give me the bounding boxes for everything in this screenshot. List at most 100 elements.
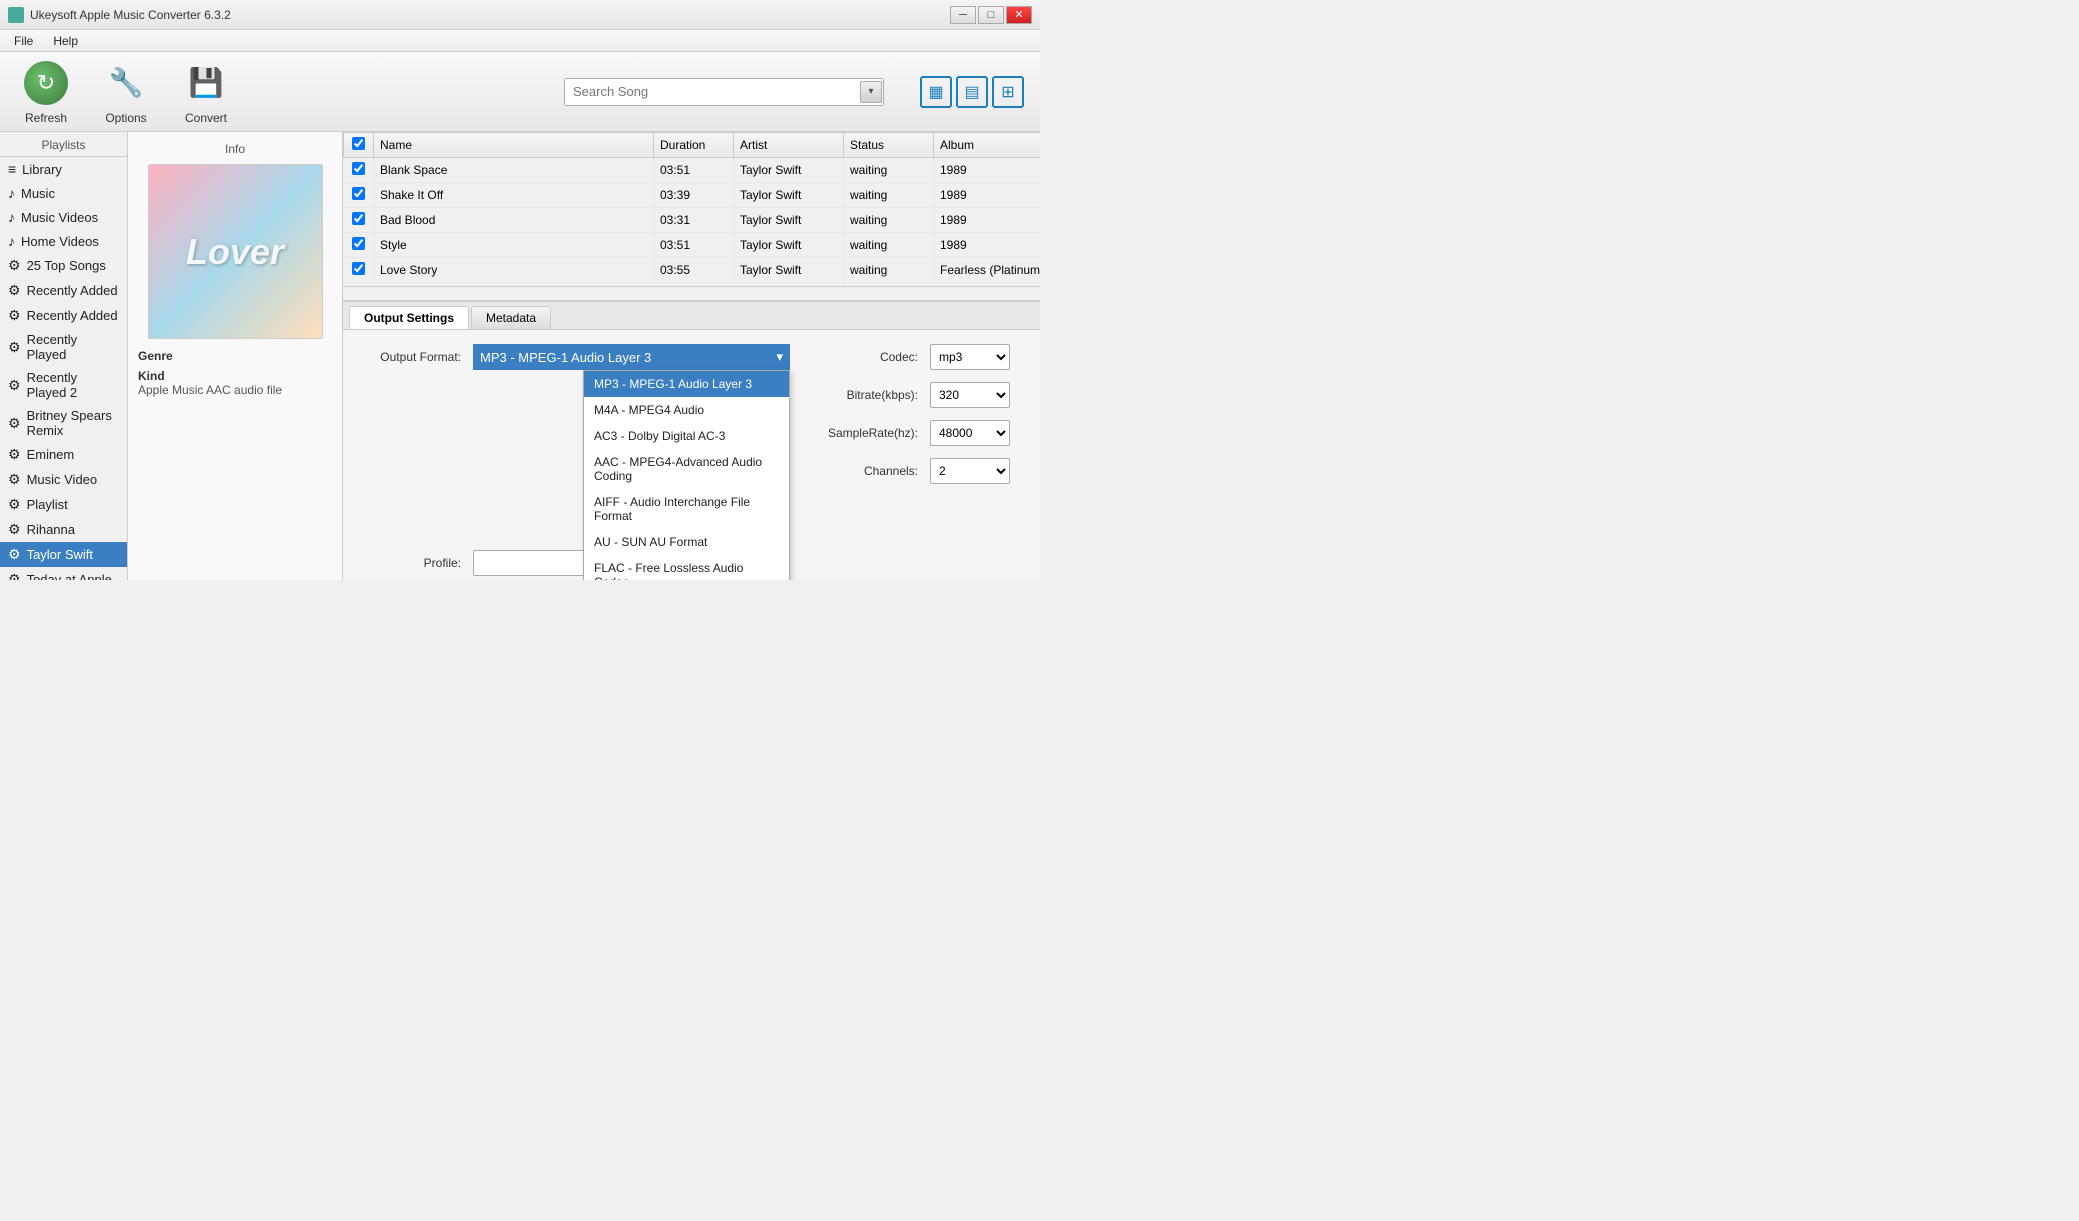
col-header-name[interactable]: Name	[374, 133, 654, 158]
format-option-mp3[interactable]: MP3 - MPEG-1 Audio Layer 3	[584, 371, 789, 397]
sidebar-item-britney[interactable]: ⚙ Britney Spears Remix	[0, 404, 127, 442]
sidebar-item-recently-played-1[interactable]: ⚙ Recently Played	[0, 328, 127, 366]
output-format-selected[interactable]: MP3 - MPEG-1 Audio Layer 3 ▾	[473, 344, 790, 370]
col-header-artist[interactable]: Artist	[734, 133, 844, 158]
row-checkbox[interactable]	[352, 237, 365, 250]
library-icon: ≡	[8, 161, 16, 177]
sidebar-item-music-videos[interactable]: ♪ Music Videos	[0, 205, 127, 229]
tab-metadata[interactable]: Metadata	[471, 306, 551, 329]
sidebar-item-label: Music	[21, 186, 55, 201]
table-row[interactable]: Shake It Off 03:39 Taylor Swift waiting …	[344, 183, 1041, 208]
restore-button[interactable]: □	[978, 6, 1004, 24]
kind-value: Apple Music AAC audio file	[138, 383, 282, 397]
sidebar-item-recently-added-1[interactable]: ⚙ Recently Added	[0, 278, 127, 303]
format-dropdown[interactable]: MP3 - MPEG-1 Audio Layer 3 M4A - MPEG4 A…	[583, 370, 790, 580]
taylor-swift-icon: ⚙	[8, 546, 21, 563]
view-list-button[interactable]: ▦	[920, 76, 952, 108]
sidebar-item-home-videos[interactable]: ♪ Home Videos	[0, 229, 127, 253]
sidebar-item-recently-added-2[interactable]: ⚙ Recently Added	[0, 303, 127, 328]
col-header-album[interactable]: Album	[934, 133, 1041, 158]
refresh-button[interactable]: ↻ Refresh	[16, 59, 76, 125]
row-checkbox[interactable]	[352, 187, 365, 200]
row-name: Shake It Off	[374, 183, 654, 208]
table-row[interactable]: Love Story 03:55 Taylor Swift waiting Fe…	[344, 258, 1041, 283]
search-input[interactable]	[564, 78, 884, 106]
row-checkbox[interactable]	[352, 212, 365, 225]
album-art-text: Lover	[186, 231, 284, 273]
row-checkbox[interactable]	[352, 162, 365, 175]
convert-icon: 💾	[182, 59, 230, 107]
row-duration: 03:31	[654, 208, 734, 233]
sidebar-item-top25[interactable]: ⚙ 25 Top Songs	[0, 253, 127, 278]
sidebar-item-label: Recently Added	[27, 308, 118, 323]
row-checkbox[interactable]	[352, 262, 365, 275]
format-option-m4a[interactable]: M4A - MPEG4 Audio	[584, 397, 789, 423]
view-compact-button[interactable]: ▤	[956, 76, 988, 108]
row-checkbox-cell[interactable]	[344, 258, 374, 283]
sidebar-item-label: Library	[22, 162, 62, 177]
sidebar-item-rihanna[interactable]: ⚙ Rihanna	[0, 517, 127, 542]
samplerate-select[interactable]: 48000	[930, 420, 1010, 446]
col-header-duration[interactable]: Duration	[654, 133, 734, 158]
format-option-ac3[interactable]: AC3 - Dolby Digital AC-3	[584, 423, 789, 449]
sidebar-item-eminem[interactable]: ⚙ Eminem	[0, 442, 127, 467]
music-videos-icon: ♪	[8, 209, 15, 225]
options-button[interactable]: 🔧 Options	[96, 59, 156, 125]
song-table-container[interactable]: Name Duration Artist Status Album Ty Bla…	[343, 132, 1040, 286]
format-option-au[interactable]: AU - SUN AU Format	[584, 529, 789, 555]
window-title: Ukeysoft Apple Music Converter 6.3.2	[30, 8, 231, 22]
sidebar: Playlists ≡ Library ♪ Music ♪ Music Vide…	[0, 132, 128, 580]
select-all-checkbox[interactable]	[352, 137, 365, 150]
selected-format-text: MP3 - MPEG-1 Audio Layer 3	[480, 350, 651, 365]
options-icon: 🔧	[102, 59, 150, 107]
minimize-button[interactable]: ─	[950, 6, 976, 24]
table-row[interactable]: Bad Blood 03:31 Taylor Swift waiting 198…	[344, 208, 1041, 233]
view-buttons: ▦ ▤ ⊞	[920, 76, 1024, 108]
sidebar-item-label: 25 Top Songs	[27, 258, 106, 273]
row-artist: Taylor Swift	[734, 208, 844, 233]
output-format-label: Output Format:	[363, 350, 473, 364]
format-option-aac[interactable]: AAC - MPEG4-Advanced Audio Coding	[584, 449, 789, 489]
sidebar-item-recently-played-2[interactable]: ⚙ Recently Played 2	[0, 366, 127, 404]
col-header-check[interactable]	[344, 133, 374, 158]
sidebar-item-today-at-apple[interactable]: ⚙ Today at Apple	[0, 567, 127, 580]
table-row[interactable]: Style 03:51 Taylor Swift waiting 1989 Ap…	[344, 233, 1041, 258]
col-header-status[interactable]: Status	[844, 133, 934, 158]
top25-icon: ⚙	[8, 257, 21, 274]
row-checkbox-cell[interactable]	[344, 233, 374, 258]
codec-select[interactable]: mp3	[930, 344, 1010, 370]
menu-help[interactable]: Help	[45, 32, 86, 50]
table-row[interactable]: Blank Space 03:51 Taylor Swift waiting 1…	[344, 158, 1041, 183]
music-video-icon: ⚙	[8, 471, 21, 488]
menu-file[interactable]: File	[6, 32, 41, 50]
row-checkbox-cell[interactable]	[344, 208, 374, 233]
bitrate-select[interactable]: 320	[930, 382, 1010, 408]
row-checkbox-cell[interactable]	[344, 158, 374, 183]
kind-label: Kind	[138, 369, 165, 383]
output-format-row: Output Format: MP3 - MPEG-1 Audio Layer …	[363, 344, 790, 370]
format-option-flac[interactable]: FLAC - Free Lossless Audio Codec	[584, 555, 789, 580]
sidebar-item-taylor-swift[interactable]: ⚙ Taylor Swift	[0, 542, 127, 567]
format-option-aiff[interactable]: AIFF - Audio Interchange File Format	[584, 489, 789, 529]
sidebar-item-music[interactable]: ♪ Music	[0, 181, 127, 205]
close-button[interactable]: ✕	[1006, 6, 1032, 24]
app-icon	[8, 7, 24, 23]
row-checkbox-cell[interactable]	[344, 183, 374, 208]
horizontal-scrollbar[interactable]	[343, 286, 1040, 300]
channels-select[interactable]: 2	[930, 458, 1010, 484]
convert-button[interactable]: 💾 Convert	[176, 59, 236, 125]
search-dropdown-button[interactable]: ▾	[860, 81, 882, 103]
view-grid-button[interactable]: ⊞	[992, 76, 1024, 108]
sidebar-item-label: Taylor Swift	[27, 547, 93, 562]
sidebar-item-playlist[interactable]: ⚙ Playlist	[0, 492, 127, 517]
recently-played-1-icon: ⚙	[8, 339, 21, 356]
row-name: Bad Blood	[374, 208, 654, 233]
sidebar-item-label: Recently Added	[27, 283, 118, 298]
tab-output-settings[interactable]: Output Settings	[349, 306, 469, 329]
profile-label: Profile:	[363, 556, 473, 570]
row-album: 1989	[934, 158, 1041, 183]
row-artist: Taylor Swift	[734, 258, 844, 283]
sidebar-item-music-video[interactable]: ⚙ Music Video	[0, 467, 127, 492]
sidebar-item-library[interactable]: ≡ Library	[0, 157, 127, 181]
settings-right: Codec: mp3 Bitrate(kbps): 320 SampleRate…	[820, 344, 1020, 580]
